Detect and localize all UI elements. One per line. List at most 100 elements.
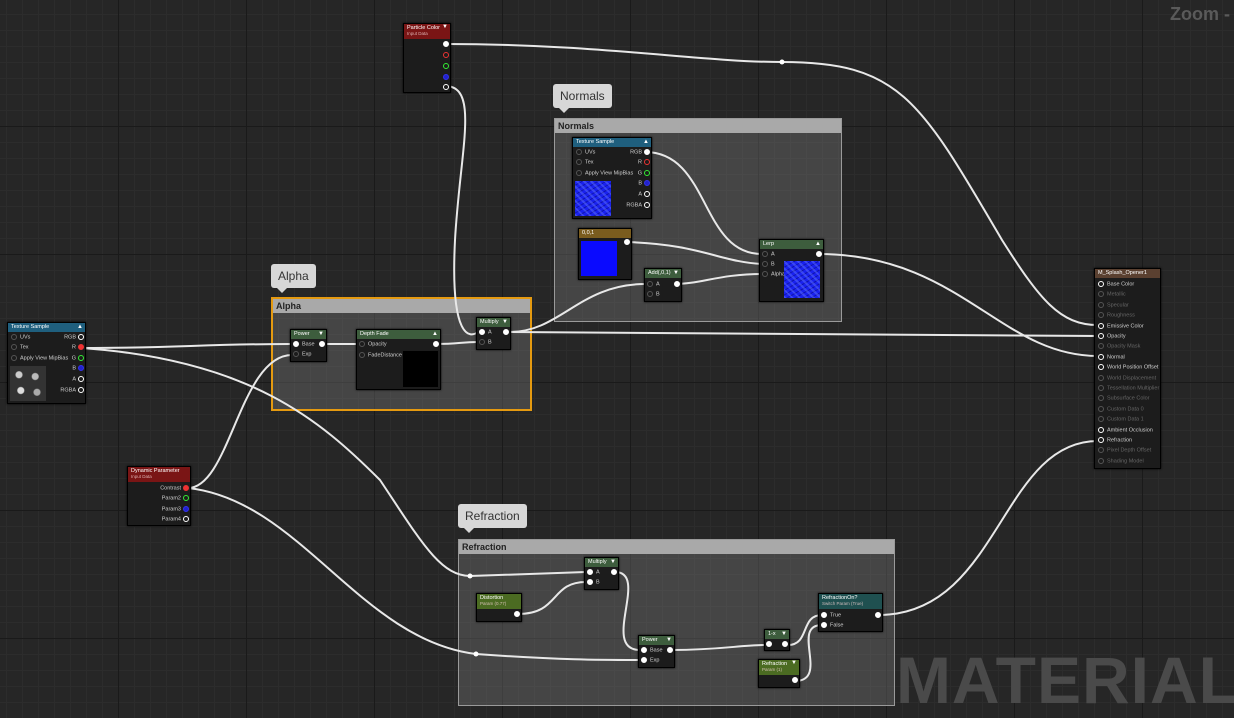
output-pin-rgb[interactable]: RGB xyxy=(64,334,84,341)
collapse-arrow-icon[interactable]: ▼ xyxy=(791,660,797,666)
output-pin-g[interactable] xyxy=(441,63,449,70)
collapse-arrow-icon[interactable]: ▼ xyxy=(442,24,448,30)
input-pin-false[interactable]: False xyxy=(821,622,843,629)
collapse-arrow-icon[interactable]: ▼ xyxy=(781,630,787,639)
material-input-pin[interactable]: Tessellation Multiplier xyxy=(1098,385,1159,392)
output-pin[interactable] xyxy=(431,341,439,348)
particle-color-node[interactable]: Particle Color Input Data ▼ xyxy=(403,23,451,93)
output-pin-b[interactable]: B xyxy=(638,180,650,187)
power-alpha-node[interactable]: Power ▼ Base Exp xyxy=(290,329,327,362)
material-input-pin[interactable]: Subsurface Color xyxy=(1098,395,1150,402)
input-pin-base[interactable]: Base xyxy=(293,341,315,348)
output-pin-rgba[interactable]: RGBA xyxy=(60,387,84,394)
input-pin-uvs[interactable]: UVs xyxy=(576,149,595,156)
output-pin-b[interactable] xyxy=(441,74,449,81)
output-pin-g[interactable]: G xyxy=(72,355,84,362)
texture-sample-alpha-node[interactable]: Texture Sample ▲ UVs Tex Apply View MipBi… xyxy=(7,322,86,404)
material-input-pin[interactable]: Refraction xyxy=(1098,437,1132,444)
output-pin[interactable] xyxy=(790,677,798,684)
constant-vector-node[interactable]: 0,0,1 xyxy=(578,228,632,280)
output-pin[interactable] xyxy=(873,612,881,619)
material-input-pin[interactable]: Roughness xyxy=(1098,312,1135,319)
material-input-pin[interactable]: Shading Model xyxy=(1098,457,1144,465)
input-pin-fadedistance[interactable]: FadeDistance xyxy=(359,352,402,359)
output-pin-param4[interactable]: Param4 xyxy=(162,516,189,523)
output-pin-rgba[interactable]: RGBA xyxy=(626,202,650,209)
material-input-pin[interactable]: Specular xyxy=(1098,301,1129,309)
input-pin-alpha[interactable]: Alpha xyxy=(762,271,785,278)
output-pin[interactable] xyxy=(317,341,325,348)
input-pin-true[interactable]: True xyxy=(821,612,841,619)
output-pin-param3[interactable]: Param3 xyxy=(162,506,189,513)
input-pin-tex[interactable]: Tex xyxy=(576,159,594,166)
add-node[interactable]: Add(,0,1) ▼ A B xyxy=(644,268,682,302)
material-input-pin[interactable]: Pixel Depth Offset xyxy=(1098,447,1151,454)
output-pin[interactable] xyxy=(622,239,630,246)
power-refraction-node[interactable]: Power ▼ Base Exp xyxy=(638,635,675,668)
output-pin-r[interactable] xyxy=(441,52,449,59)
collapse-arrow-icon[interactable]: ▼ xyxy=(610,558,616,567)
collapse-arrow-icon[interactable]: ▲ xyxy=(815,240,821,249)
input-pin-a[interactable]: A xyxy=(587,569,600,576)
input-pin-b[interactable]: B xyxy=(647,291,660,298)
collapse-arrow-icon[interactable]: ▼ xyxy=(673,269,679,278)
material-input-pin[interactable]: Emissive Color xyxy=(1098,322,1144,330)
input-pin-tex[interactable]: Tex xyxy=(11,344,29,351)
output-pin[interactable] xyxy=(501,329,509,336)
output-pin[interactable] xyxy=(672,281,680,288)
output-pin-b[interactable]: B xyxy=(72,365,84,372)
texture-sample-normals-node[interactable]: Texture Sample ▲ UVs Tex Apply View MipBi… xyxy=(572,137,652,219)
input-pin-a[interactable]: A xyxy=(647,281,660,288)
input-pin-a[interactable]: A xyxy=(479,329,492,336)
output-pin[interactable] xyxy=(814,251,822,258)
collapse-arrow-icon[interactable]: ▼ xyxy=(318,330,324,339)
output-pin-rgb[interactable]: RGB xyxy=(630,149,650,156)
material-input-pin[interactable]: Ambient Occlusion xyxy=(1098,426,1153,434)
lerp-node[interactable]: Lerp ▲ A B Alpha xyxy=(759,239,824,302)
input-pin-mipbias[interactable]: Apply View MipBias xyxy=(11,355,68,362)
input-pin-opacity[interactable]: Opacity xyxy=(359,341,387,348)
input-pin-b[interactable]: B xyxy=(587,579,600,586)
material-input-pin[interactable]: Opacity xyxy=(1098,333,1126,340)
input-pin-b[interactable]: B xyxy=(762,261,775,268)
output-pin[interactable] xyxy=(512,611,520,618)
dynamic-parameter-node[interactable]: Dynamic Parameter Input Data Contrast Par… xyxy=(127,466,191,526)
material-input-pin[interactable]: World Displacement xyxy=(1098,374,1156,382)
material-input-pin[interactable]: Base Color xyxy=(1098,281,1134,288)
refraction-param-node[interactable]: Refraction Param (1) ▼ xyxy=(758,659,800,688)
material-input-pin[interactable]: Opacity Mask xyxy=(1098,343,1140,350)
output-pin[interactable] xyxy=(609,569,617,576)
multiply-alpha-node[interactable]: Multiply ▼ A B xyxy=(476,317,511,350)
input-pin-b[interactable]: B xyxy=(479,339,492,346)
output-pin-g[interactable]: G xyxy=(638,170,650,177)
depth-fade-node[interactable]: Depth Fade ▲ Opacity FadeDistance xyxy=(356,329,441,390)
input-pin-mipbias[interactable]: Apply View MipBias xyxy=(576,170,633,177)
output-pin-a[interactable]: A xyxy=(72,376,84,383)
collapse-arrow-icon[interactable]: ▼ xyxy=(666,636,672,645)
output-pin[interactable] xyxy=(665,647,673,654)
input-pin-uvs[interactable]: UVs xyxy=(11,334,30,341)
input-pin-exp[interactable]: Exp xyxy=(293,351,311,358)
collapse-arrow-icon[interactable]: ▲ xyxy=(77,323,83,332)
material-result-node[interactable]: M_Splash_Opener1 Base Color Metallic Specu… xyxy=(1094,268,1161,469)
material-input-pin[interactable]: Custom Data 0 xyxy=(1098,405,1144,413)
output-pin-param2[interactable]: Param2 xyxy=(162,495,189,502)
output-pin[interactable] xyxy=(441,41,449,48)
output-pin[interactable] xyxy=(780,641,788,648)
input-pin-exp[interactable]: Exp xyxy=(641,657,659,664)
output-pin-contrast[interactable]: Contrast xyxy=(160,485,189,492)
output-pin-r[interactable]: R xyxy=(72,344,84,351)
collapse-arrow-icon[interactable]: ▲ xyxy=(643,138,649,147)
output-pin-a[interactable] xyxy=(441,84,449,91)
input-pin-base[interactable]: Base xyxy=(641,647,663,654)
material-input-pin[interactable]: Custom Data 1 xyxy=(1098,416,1144,423)
material-input-pin[interactable]: Metallic xyxy=(1098,291,1126,298)
input-pin[interactable] xyxy=(766,641,775,648)
distortion-param-node[interactable]: Distortion Param (0.77) xyxy=(476,593,522,622)
collapse-arrow-icon[interactable]: ▼ xyxy=(502,318,508,327)
one-minus-node[interactable]: 1-x ▼ xyxy=(764,629,790,651)
multiply-refraction-node[interactable]: Multiply ▼ A B xyxy=(584,557,619,590)
output-pin-r[interactable]: R xyxy=(638,159,650,166)
output-pin-a[interactable]: A xyxy=(638,191,650,198)
collapse-arrow-icon[interactable]: ▲ xyxy=(432,330,438,339)
